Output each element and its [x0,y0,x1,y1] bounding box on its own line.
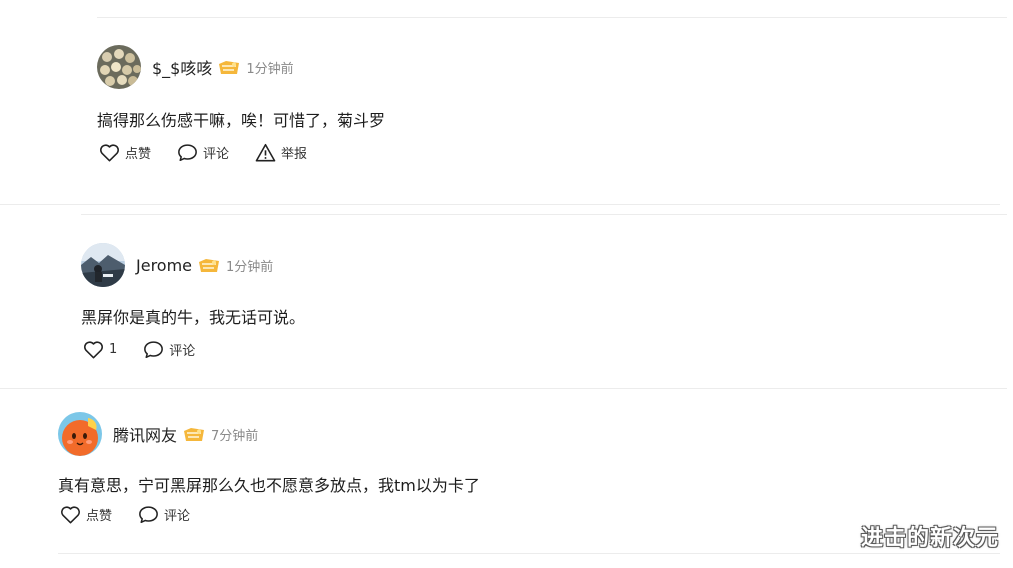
heart-outline-icon [84,341,103,359]
comment-button[interactable]: 评论 [138,505,190,524]
like-count: 1 [109,342,118,357]
username[interactable]: $_$咳咳 [152,55,212,79]
separator [58,553,1000,554]
timestamp: 7分钟前 [211,428,259,444]
timestamp: 1分钟前 [246,61,294,77]
avatar[interactable] [97,45,141,89]
watermark: 进击的新次元 [860,526,999,551]
username[interactable]: Jerome [136,256,192,275]
comment-content: 黑屏你是真的牛，我无话可说。 [81,308,306,327]
separator [0,204,1000,205]
separator [81,214,1007,215]
like-button[interactable]: 点赞 [99,143,151,162]
comment-content: 搞得那么伤感干嘛，唉！可惜了，菊斗罗 [97,111,386,130]
username[interactable]: 腾讯网友 [113,422,177,446]
comment-label: 评论 [203,147,230,162]
speech-bubble-icon [139,506,158,524]
separator [0,388,1007,389]
report-label: 举报 [281,147,308,162]
speech-bubble-icon [144,341,164,359]
comment-button[interactable]: 评论 [143,340,195,359]
vip-badge-icon [183,427,205,442]
like-label: 点赞 [86,509,113,524]
like-button[interactable]: 点赞 [60,505,112,524]
warning-triangle-icon [255,143,276,162]
separator [97,17,1007,18]
vip-badge-icon [198,258,220,273]
comment-button[interactable]: 评论 [177,143,229,162]
like-button[interactable]: 1 [83,340,117,359]
avatar[interactable] [58,412,102,456]
speech-bubble-icon [178,144,197,162]
heart-outline-icon [100,144,119,162]
avatar[interactable] [81,243,125,287]
comment-label: 评论 [164,509,191,524]
report-button[interactable]: 举报 [255,143,307,162]
like-label: 点赞 [125,147,152,162]
comment-content: 真有意思，宁可黑屏那么久也不愿意多放点，我tm以为卡了 [58,476,480,495]
vip-badge-icon [218,60,240,75]
comment-label: 评论 [169,344,196,359]
heart-outline-icon [61,506,80,524]
timestamp: 1分钟前 [226,259,274,275]
